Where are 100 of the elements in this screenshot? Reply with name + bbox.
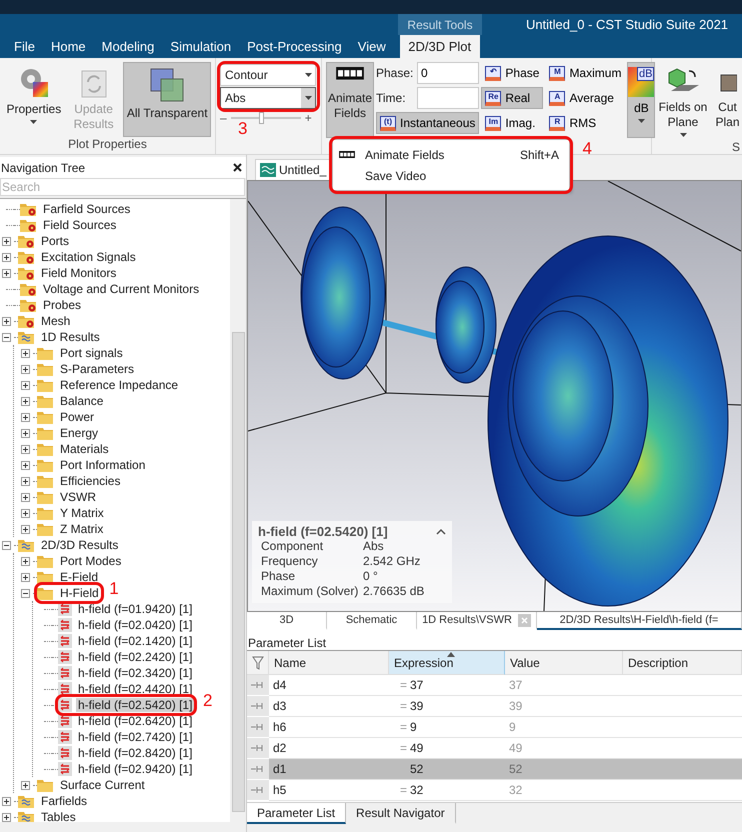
ribbon-tab[interactable]: Simulation xyxy=(162,35,240,58)
slider-thumb[interactable] xyxy=(259,112,264,124)
tree-item[interactable]: 1D Results xyxy=(39,330,102,344)
expand-toggle[interactable] xyxy=(21,508,30,518)
expand-toggle[interactable] xyxy=(21,460,30,470)
expand-toggle[interactable] xyxy=(21,396,30,406)
tree-item[interactable]: S-Parameters xyxy=(58,362,136,376)
collapse-chevron-icon[interactable] xyxy=(436,528,446,535)
pin-icon[interactable] xyxy=(251,744,265,752)
tree-item[interactable]: h-field (f=01.9420) [1] xyxy=(76,602,194,616)
collapse-toggle[interactable] xyxy=(2,540,11,550)
tree-item[interactable]: Farfield Sources xyxy=(41,202,132,216)
pin-icon[interactable] xyxy=(251,702,265,710)
ribbon-tab[interactable]: View xyxy=(350,35,394,58)
tree-item[interactable]: h-field (f=02.8420) [1] xyxy=(76,746,194,760)
tree-item[interactable]: h-field (f=02.1420) [1] xyxy=(76,634,194,648)
ribbon-tab[interactable]: Modeling xyxy=(94,35,162,58)
expand-toggle[interactable] xyxy=(2,316,11,326)
tree-item[interactable]: Power xyxy=(58,410,96,424)
panel-tab[interactable]: Result Navigator xyxy=(346,803,456,824)
column-header[interactable]: Name xyxy=(269,651,389,675)
tree-item[interactable]: h-field (f=02.6420) [1] xyxy=(76,714,194,728)
tree-item[interactable]: h-field (f=02.2420) [1] xyxy=(76,650,194,664)
tree-item[interactable]: Reference Impedance xyxy=(58,378,180,392)
transparency-button[interactable]: All Transparent xyxy=(123,62,211,137)
collapse-toggle[interactable] xyxy=(21,588,30,598)
tree-item[interactable]: Field Monitors xyxy=(39,266,118,280)
expand-toggle[interactable] xyxy=(2,812,11,822)
expand-toggle[interactable] xyxy=(2,236,11,246)
dropdown[interactable]: Contour xyxy=(220,64,316,86)
expand-toggle[interactable] xyxy=(21,428,30,438)
tree-item[interactable]: Balance xyxy=(58,394,106,408)
menu-item[interactable]: Animate Fields Shift+A xyxy=(333,144,569,165)
tree-item[interactable]: Port Modes xyxy=(58,554,124,568)
pin-icon[interactable] xyxy=(251,786,265,794)
tree-item[interactable]: Excitation Signals xyxy=(39,250,138,264)
tree-item[interactable]: VSWR xyxy=(58,490,98,504)
tree-item[interactable]: h-field (f=02.7420) [1] xyxy=(76,730,194,744)
3d-view[interactable]: h-field (f=02.5420) [1] Component Abs Frequency 2.542 GHz Phase 0 ° Maximum (Solver) 2.76635 dB xyxy=(247,180,742,612)
tree-item[interactable]: Y Matrix xyxy=(58,506,106,520)
ribbon-tab[interactable]: Home xyxy=(42,35,94,58)
tree-item[interactable]: h-field (f=02.9420) [1] xyxy=(76,762,194,776)
tree-item[interactable]: Materials xyxy=(58,442,111,456)
tree-item[interactable]: H-Field xyxy=(58,586,101,600)
tree-item[interactable]: 2D/3D Results xyxy=(39,538,120,552)
slider-minus[interactable]: – xyxy=(220,111,227,125)
tree-item[interactable]: h-field (f=02.0420) [1] xyxy=(76,618,194,632)
tree-item[interactable]: Mesh xyxy=(39,314,72,328)
reduction-button[interactable]: A Average xyxy=(545,87,626,109)
search-field[interactable]: Search xyxy=(0,178,245,196)
tree-item[interactable]: Probes xyxy=(41,298,84,312)
pin-icon[interactable] xyxy=(251,765,265,773)
tree-item[interactable]: Energy xyxy=(58,426,100,440)
expand-toggle[interactable] xyxy=(2,268,11,278)
slider-plus[interactable]: + xyxy=(304,111,312,125)
scrollbar[interactable] xyxy=(230,199,246,822)
tree-item[interactable]: Efficiencies xyxy=(58,474,122,488)
pin-icon[interactable] xyxy=(251,681,265,689)
tree-item[interactable]: Farfields xyxy=(39,794,90,808)
tree-item[interactable]: Ports xyxy=(39,234,72,248)
expand-toggle[interactable] xyxy=(21,780,30,790)
tree-item[interactable]: h-field (f=02.3420) [1] xyxy=(76,666,194,680)
tree-item[interactable]: Field Sources xyxy=(41,218,118,232)
expand-toggle[interactable] xyxy=(21,444,30,454)
tree-item[interactable]: Port signals xyxy=(58,346,125,360)
expand-toggle[interactable] xyxy=(21,364,30,374)
pin-icon[interactable] xyxy=(251,723,265,731)
column-header[interactable]: Expression xyxy=(389,651,505,675)
tree-item[interactable]: Z Matrix xyxy=(58,522,106,536)
complex-part-button[interactable]: ↶ Phase xyxy=(481,62,544,84)
expand-toggle[interactable] xyxy=(21,412,30,422)
phase-input[interactable]: 0 xyxy=(417,62,479,84)
instantaneous-button[interactable]: (t) Instantaneous xyxy=(376,112,480,134)
column-header[interactable]: Value xyxy=(505,651,623,675)
db-button[interactable]: dB dB xyxy=(627,62,656,138)
tree-item[interactable]: E-Field xyxy=(58,570,100,584)
complex-part-button[interactable]: Re Real xyxy=(481,87,544,109)
expand-toggle[interactable] xyxy=(2,796,11,806)
close-icon[interactable] xyxy=(233,163,242,172)
reduction-button[interactable]: M Maximum xyxy=(545,62,626,84)
collapse-toggle[interactable] xyxy=(2,332,11,342)
ribbon-tab[interactable]: Post-Processing xyxy=(239,35,350,58)
dropdown[interactable]: Abs xyxy=(220,87,316,109)
ribbon-tab[interactable]: File xyxy=(6,35,43,58)
properties-button[interactable]: Properties xyxy=(4,62,64,137)
ribbon-tab[interactable]: 2D/3D Plot xyxy=(400,35,480,58)
expand-toggle[interactable] xyxy=(21,476,30,486)
complex-part-button[interactable]: Im Imag. xyxy=(481,112,544,134)
tree-item[interactable]: h-field (f=02.5420) [1] xyxy=(76,698,194,712)
expand-toggle[interactable] xyxy=(21,572,30,582)
reduction-button[interactable]: R RMS xyxy=(545,112,626,134)
panel-tab[interactable]: Parameter List xyxy=(247,803,346,824)
filter-header[interactable] xyxy=(247,651,269,675)
tree-item[interactable]: Tables xyxy=(39,810,78,822)
expand-toggle[interactable] xyxy=(2,252,11,262)
animate-fields-button[interactable]: Animate Fields xyxy=(326,62,374,138)
time-input[interactable] xyxy=(417,87,479,109)
cut-plane-button[interactable]: Cut Plan xyxy=(714,62,741,140)
slider-track[interactable] xyxy=(230,112,301,124)
tree-item[interactable]: Voltage and Current Monitors xyxy=(41,282,202,296)
